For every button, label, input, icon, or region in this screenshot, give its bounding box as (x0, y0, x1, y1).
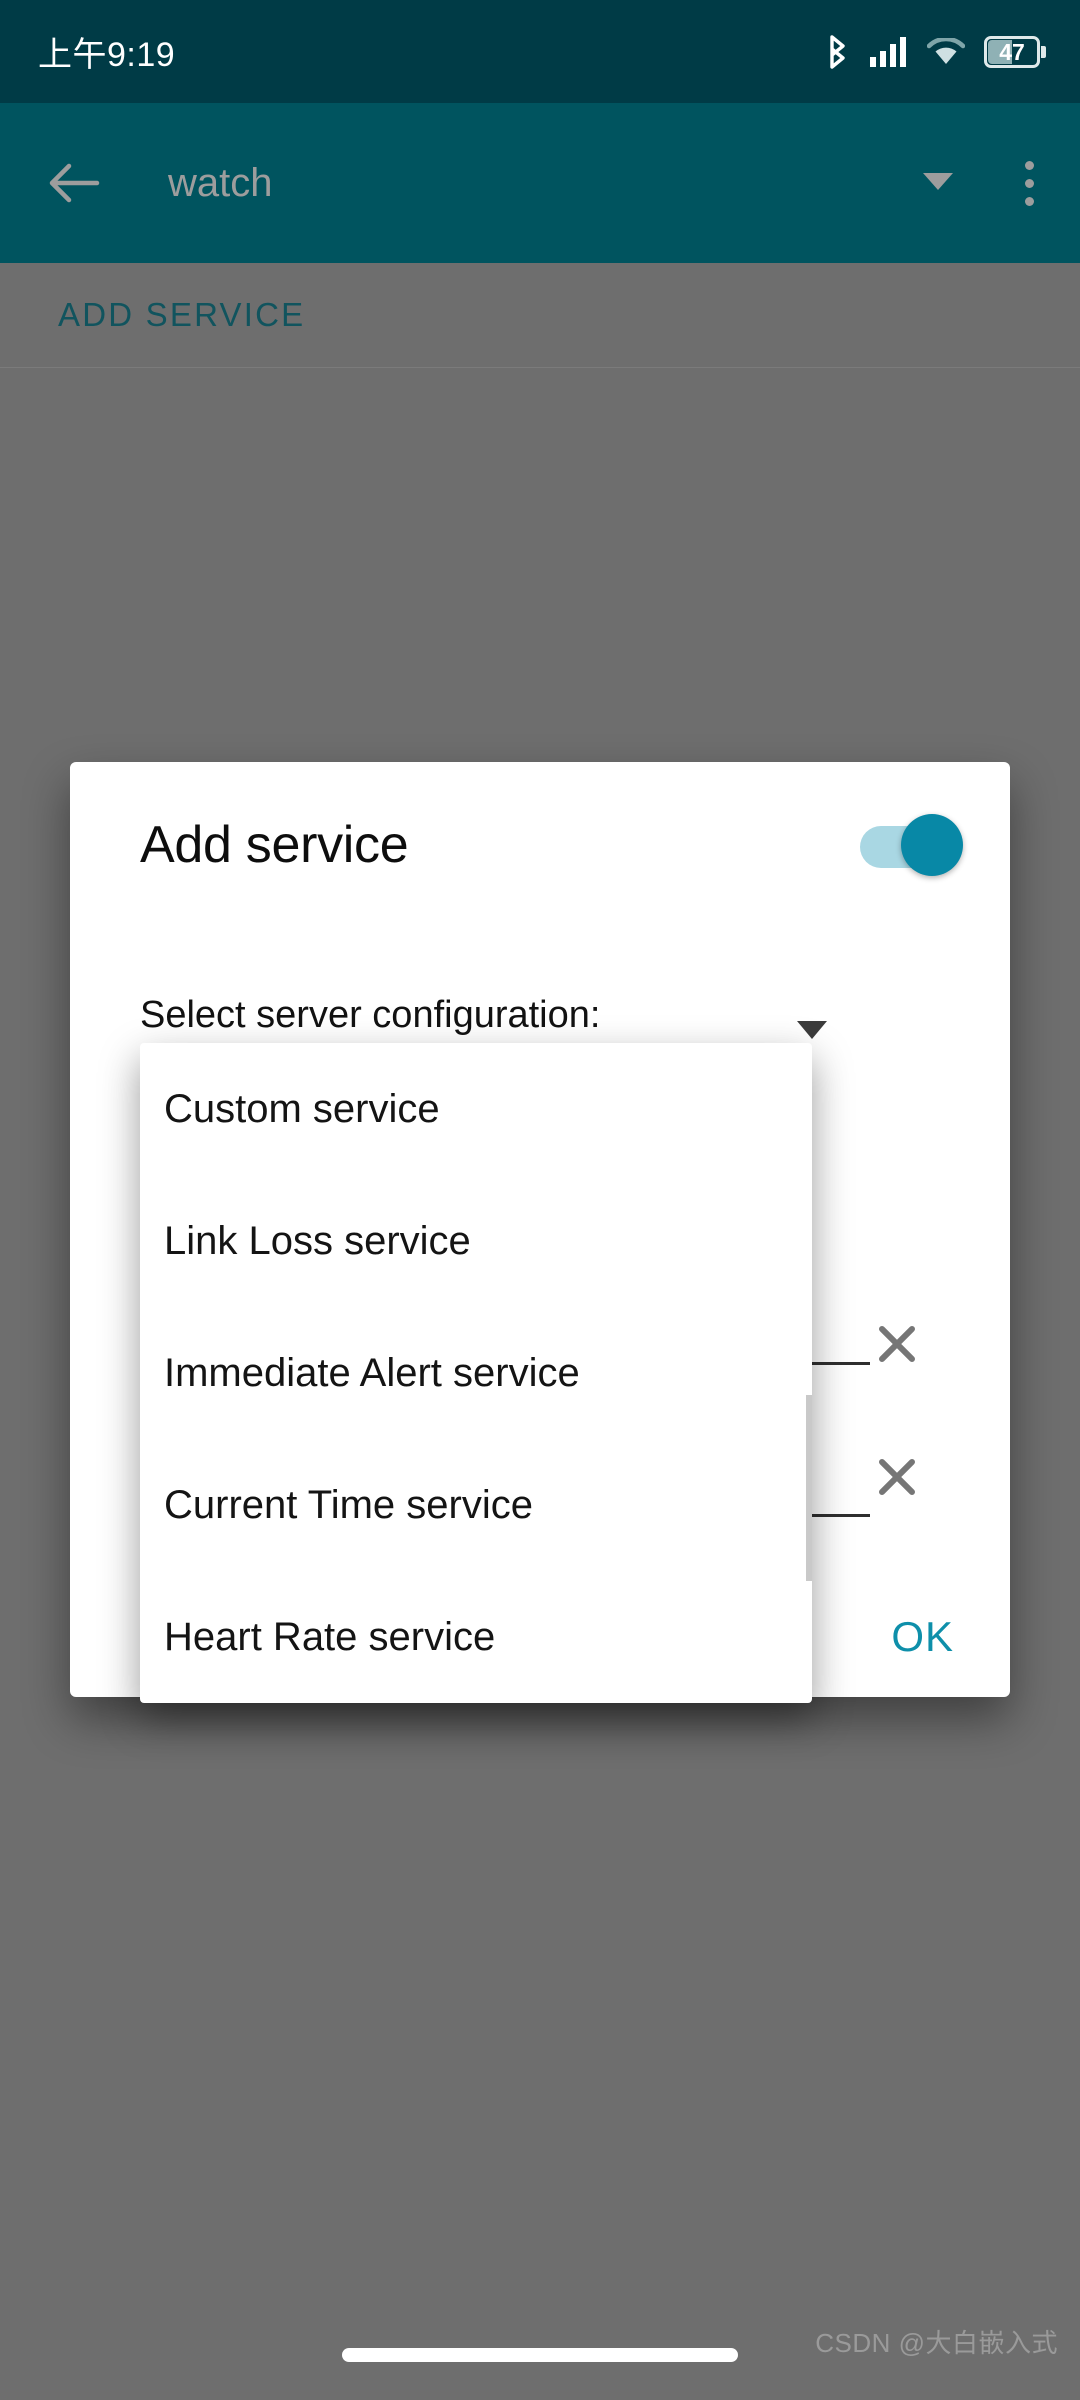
caret-down-icon (797, 1021, 827, 1039)
dropdown-item-link-loss-service[interactable]: Link Loss service (140, 1175, 812, 1307)
field-2-clear-button[interactable] (875, 1455, 919, 1504)
status-bar: 上午9:19 47 (0, 0, 1080, 103)
toggle-thumb (901, 813, 963, 876)
dropdown-item-label: Link Loss service (164, 1218, 471, 1263)
status-bar-clock: 上午9:19 (38, 36, 176, 74)
arrow-left-icon (49, 163, 100, 203)
menu-dot (1025, 196, 1034, 206)
dropdown-item-current-time-service[interactable]: Current Time service (140, 1439, 812, 1571)
enable-service-toggle[interactable] (860, 813, 964, 876)
dropdown-item-heart-rate-service[interactable]: Heart Rate service (140, 1571, 812, 1703)
bluetooth-icon (830, 34, 845, 69)
caret-down-icon (923, 172, 953, 190)
menu-dot (1025, 160, 1034, 170)
ok-button[interactable]: OK (891, 1613, 954, 1661)
service-dropdown-popup: Custom service Link Loss service Immedia… (140, 1043, 812, 1703)
toolbar-title: watch (168, 160, 273, 205)
overflow-menu-button[interactable] (1025, 160, 1034, 206)
battery-level-text: 47 (999, 38, 1025, 65)
battery-icon: 47 (984, 35, 1046, 68)
watermark-text: CSDN @大白嵌入式 (815, 2328, 1058, 2358)
close-x-icon (879, 1326, 915, 1362)
status-bar-icons: 47 (823, 33, 1046, 71)
server-configuration-spinner-caret[interactable] (795, 1019, 829, 1046)
navigation-pill[interactable] (342, 2348, 738, 2362)
dropdown-item-custom-service[interactable]: Custom service (140, 1043, 812, 1175)
field-1-clear-button[interactable] (875, 1322, 919, 1371)
dropdown-item-label: Immediate Alert service (164, 1350, 580, 1395)
close-x-icon (879, 1459, 915, 1495)
dropdown-scrollbar-thumb[interactable] (806, 1395, 812, 1581)
back-button[interactable] (38, 147, 110, 219)
toolbar-spinner-button[interactable] (921, 170, 955, 197)
dropdown-item-label: Custom service (164, 1086, 440, 1131)
menu-dot (1025, 178, 1034, 188)
dropdown-item-immediate-alert-service[interactable]: Immediate Alert service (140, 1307, 812, 1439)
dropdown-item-label: Current Time service (164, 1482, 533, 1527)
wifi-icon (927, 37, 965, 64)
dialog-header: Add service (70, 762, 1010, 927)
dialog-title: Add service (140, 815, 409, 874)
tab-strip: ADD SERVICE (0, 263, 1080, 368)
select-server-configuration-label: Select server configuration: (140, 994, 601, 1036)
dropdown-item-label: Heart Rate service (164, 1614, 496, 1659)
tab-add-service[interactable]: ADD SERVICE (58, 296, 305, 334)
cellular-signal-icon (870, 36, 906, 67)
app-toolbar: watch (0, 103, 1080, 263)
